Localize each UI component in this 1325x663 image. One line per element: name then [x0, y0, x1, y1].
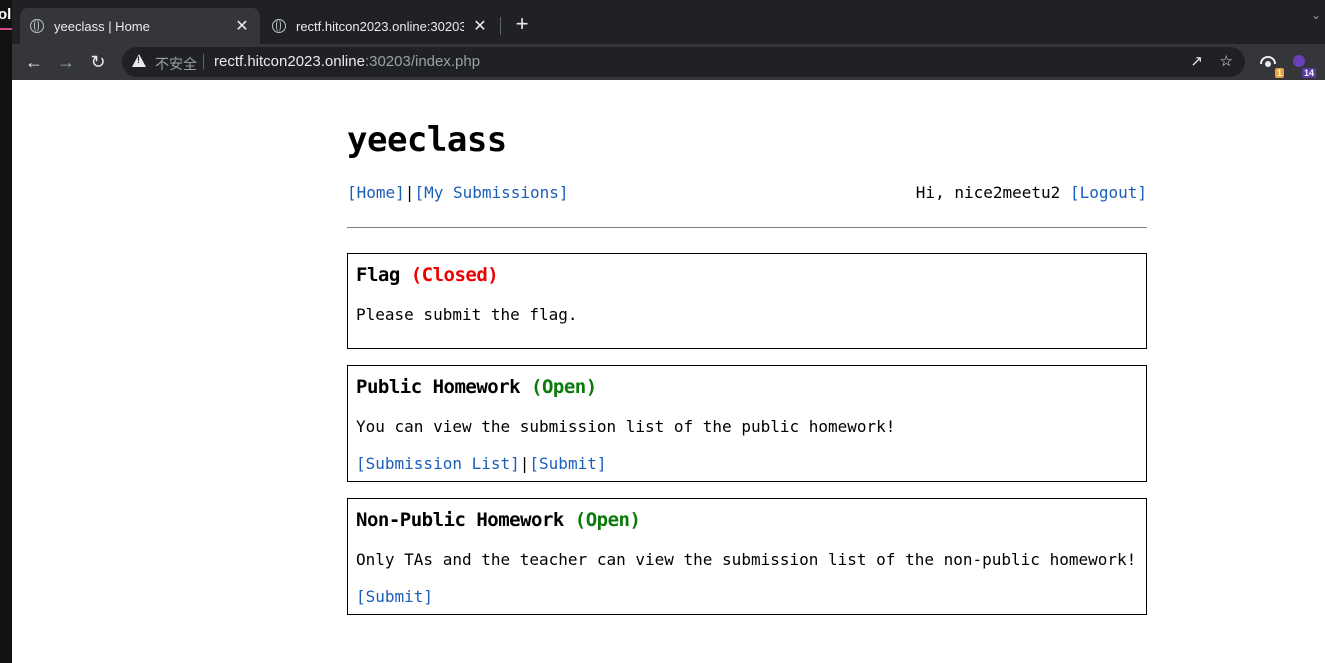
- homework-links: [Submission List]|[Submit]: [356, 454, 606, 473]
- share-icon[interactable]: ↗: [1190, 52, 1203, 70]
- homework-card-public: Public Homework (Open) You can view the …: [347, 365, 1147, 482]
- homework-name: Non-Public Homework: [356, 509, 564, 531]
- tab-rectf[interactable]: rectf.hitcon2023.online:30203/ ✕: [262, 8, 498, 44]
- background-window: ol: [0, 0, 12, 663]
- address-bar[interactable]: 不安全 rectf.hitcon2023.online:30203/index.…: [122, 47, 1245, 77]
- homework-description: You can view the submission list of the …: [356, 417, 896, 436]
- logout-link[interactable]: [Logout]: [1070, 183, 1147, 202]
- nav-separator: |: [404, 183, 415, 202]
- tab-title: rectf.hitcon2023.online:30203/: [296, 18, 464, 34]
- back-icon[interactable]: ←: [20, 48, 48, 76]
- homework-description: Only TAs and the teacher can view the su…: [356, 550, 1137, 569]
- tab-yeeclass-home[interactable]: yeeclass | Home ✕: [20, 8, 260, 44]
- submission-list-link[interactable]: [Submission List]: [356, 454, 520, 473]
- extension-icon[interactable]: 1: [1258, 52, 1284, 78]
- url-host: rectf.hitcon2023.online: [214, 53, 365, 70]
- security-label[interactable]: 不安全: [155, 54, 197, 74]
- link-separator: |: [519, 454, 530, 473]
- globe-icon: [272, 19, 286, 33]
- extension-badge: 1: [1274, 68, 1284, 78]
- homework-name: Public Homework: [356, 376, 521, 398]
- homework-name: Flag: [356, 264, 400, 286]
- globe-icon: [30, 19, 44, 33]
- tab-search-icon[interactable]: ⌄: [1311, 8, 1321, 22]
- extension-icon[interactable]: 14: [1290, 52, 1316, 78]
- browser-toolbar: ← → ↻ 不安全 rectf.hitcon2023.online:30203/…: [12, 44, 1325, 80]
- status-badge: (Closed): [410, 264, 499, 286]
- omnibox-divider: [203, 54, 204, 70]
- nav-my-submissions-link[interactable]: [My Submissions]: [414, 183, 568, 202]
- page-viewport: yeeclass [Home]|[My Submissions] Hi, nic…: [12, 80, 1325, 663]
- bookmark-star-icon[interactable]: ☆: [1220, 52, 1233, 70]
- main-nav: [Home]|[My Submissions]: [347, 183, 569, 202]
- tab-divider: [500, 17, 501, 35]
- background-accent: [0, 28, 12, 30]
- background-window-text: ol: [0, 6, 12, 23]
- user-greeting: Hi, nice2meetu2: [915, 183, 1061, 202]
- divider: [347, 227, 1147, 228]
- warning-icon[interactable]: [132, 54, 146, 67]
- close-tab-icon[interactable]: ✕: [234, 16, 250, 36]
- submit-link[interactable]: [Submit]: [356, 587, 433, 606]
- page-title: yeeclass: [347, 120, 507, 160]
- homework-title: Non-Public Homework (Open): [356, 509, 641, 531]
- status-badge: (Open): [574, 509, 641, 531]
- tab-strip: yeeclass | Home ✕ rectf.hitcon2023.onlin…: [0, 0, 1325, 44]
- submit-link[interactable]: [Submit]: [529, 454, 606, 473]
- close-tab-icon[interactable]: ✕: [472, 16, 488, 36]
- user-info: Hi, nice2meetu2 [Logout]: [916, 183, 1147, 202]
- new-tab-button[interactable]: +: [512, 13, 532, 35]
- forward-icon[interactable]: →: [52, 48, 80, 76]
- homework-description: Please submit the flag.: [356, 305, 578, 324]
- homework-card-flag: Flag (Closed) Please submit the flag.: [347, 253, 1147, 349]
- tab-title: yeeclass | Home: [54, 18, 150, 34]
- homework-links: [Submit]: [356, 587, 433, 606]
- url-path: :30203/index.php: [364, 53, 481, 70]
- status-badge: (Open): [531, 376, 597, 398]
- homework-card-non-public: Non-Public Homework (Open) Only TAs and …: [347, 498, 1147, 615]
- extension-badge: 14: [1301, 68, 1316, 78]
- homework-title: Public Homework (Open): [356, 376, 597, 398]
- homework-title: Flag (Closed): [356, 264, 499, 286]
- url-text[interactable]: rectf.hitcon2023.online:30203/index.php: [214, 53, 480, 70]
- nav-home-link[interactable]: [Home]: [347, 183, 405, 202]
- reload-icon[interactable]: ↻: [84, 48, 112, 76]
